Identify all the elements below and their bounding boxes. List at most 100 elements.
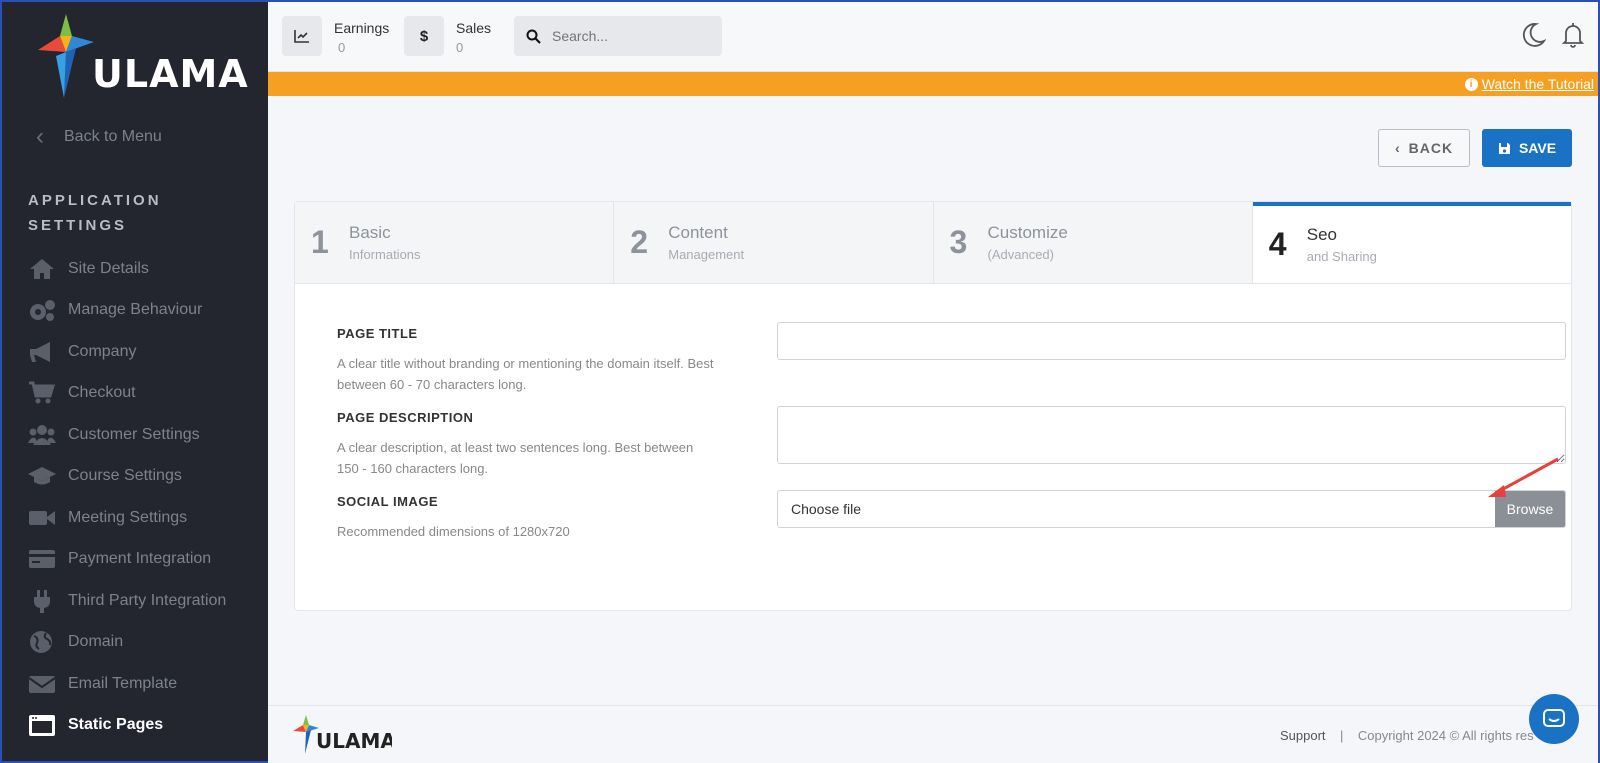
sidebar-item-label: Payment Integration <box>68 550 212 568</box>
sidebar-item-manage-behaviour[interactable]: Manage Behaviour <box>28 290 258 332</box>
step-basic[interactable]: 1 Basic Informations <box>295 202 615 283</box>
step-title: Basic <box>349 223 391 242</box>
earnings-label: Earnings <box>334 20 390 36</box>
social-image-desc: Recommended dimensions of 1280x720 <box>337 524 570 539</box>
page-title-input[interactable] <box>777 322 1566 360</box>
sidebar-item-checkout[interactable]: Checkout <box>28 373 258 415</box>
step-number: 4 <box>1268 226 1287 262</box>
sidebar: ULAMA ‹ Back to Menu APPLICATION SETTING… <box>2 2 268 761</box>
moon-icon[interactable] <box>1520 22 1547 53</box>
page-description-row: PAGE DESCRIPTION A clear description, at… <box>337 406 1566 479</box>
step-number: 2 <box>630 224 649 260</box>
sidebar-item-label: Company <box>68 342 137 360</box>
watch-tutorial-label: Watch the Tutorial <box>1481 76 1594 92</box>
footer-bird-logo-icon: ULAMA <box>293 715 396 754</box>
brand-logo[interactable]: ULAMA <box>36 12 249 102</box>
seo-card: 1 Basic Informations 2 Content Management … <box>294 201 1572 611</box>
sidebar-item-email-template[interactable]: Email Template <box>28 663 258 705</box>
window-icon <box>28 713 68 737</box>
page-title-row: PAGE TITLE A clear title without brandin… <box>337 322 1566 395</box>
back-to-menu-link[interactable]: ‹ Back to Menu <box>36 120 162 154</box>
footer-brand-name: ULAMA <box>316 729 392 753</box>
plug-icon <box>28 589 68 613</box>
sidebar-item-company[interactable]: Company <box>28 331 258 373</box>
chevron-left-icon: ‹ <box>1394 140 1401 156</box>
sidebar-item-customer-settings[interactable]: Customer Settings <box>28 414 258 456</box>
step-content[interactable]: 2 Content Management <box>614 202 934 283</box>
step-subtitle: and Sharing <box>1306 249 1377 264</box>
envelope-icon <box>28 672 68 696</box>
topbar: Earnings 0 $ Sales 0 <box>268 2 1598 72</box>
sidebar-item-payment-integration[interactable]: Payment Integration <box>28 539 258 581</box>
back-to-menu-label: Back to Menu <box>64 128 162 145</box>
chart-line-icon <box>294 30 309 43</box>
search-box[interactable] <box>514 16 722 56</box>
sidebar-item-site-details[interactable]: Site Details <box>28 248 258 290</box>
graduation-cap-icon <box>28 464 68 488</box>
sidebar-item-static-pages[interactable]: Static Pages <box>28 705 258 747</box>
sidebar-nav: Site Details Manage Behaviour Company Ch… <box>28 248 258 746</box>
sales-button[interactable]: $ <box>404 16 444 56</box>
footer-text: Support | Copyright 2024 © All rights re… <box>1280 728 1534 743</box>
choose-file-text: Choose file <box>791 501 862 517</box>
annotation-arrow-icon <box>1488 457 1559 497</box>
step-subtitle: (Advanced) <box>987 247 1054 262</box>
chat-icon <box>1543 709 1565 727</box>
sidebar-item-meeting-settings[interactable]: Meeting Settings <box>28 497 258 539</box>
support-link[interactable]: Support <box>1280 728 1326 743</box>
search-icon <box>514 29 552 44</box>
earnings-value: 0 <box>338 40 346 55</box>
chat-button[interactable] <box>1529 694 1579 744</box>
footer: ULAMA Support | Copyright 2024 © All rig… <box>268 705 1598 763</box>
section-title: APPLICATION SETTINGS <box>28 192 162 234</box>
home-icon <box>28 257 68 281</box>
sidebar-item-third-party-integration[interactable]: Third Party Integration <box>28 580 258 622</box>
step-title: Seo <box>1306 225 1337 244</box>
credit-card-icon <box>28 547 68 571</box>
sidebar-item-course-settings[interactable]: Course Settings <box>28 456 258 498</box>
page-description-textarea[interactable] <box>777 406 1566 464</box>
gears-icon <box>28 298 68 322</box>
page-description-desc: A clear description, at least two senten… <box>337 440 694 476</box>
step-subtitle: Informations <box>349 247 421 262</box>
sidebar-item-domain[interactable]: Domain <box>28 622 258 664</box>
footer-logo[interactable]: ULAMA <box>292 714 396 761</box>
sidebar-item-label: Static Pages <box>68 716 164 734</box>
sidebar-item-label: Course Settings <box>68 467 182 485</box>
footer-separator: | <box>1340 728 1344 743</box>
step-customize[interactable]: 3 Customize (Advanced) <box>933 202 1253 283</box>
floppy-disk-icon <box>1498 142 1510 154</box>
bell-icon[interactable] <box>1560 22 1586 53</box>
wizard-steps: 1 Basic Informations 2 Content Management … <box>295 202 1571 284</box>
video-icon <box>28 506 68 530</box>
users-icon <box>28 423 68 447</box>
back-button[interactable]: ‹ BACK <box>1378 129 1470 167</box>
bird-logo-icon <box>38 14 94 98</box>
info-icon: i <box>1464 77 1478 91</box>
search-input[interactable] <box>552 28 712 44</box>
save-button[interactable]: SAVE <box>1482 129 1572 167</box>
top-icons <box>1520 22 1586 53</box>
page-title-desc: A clear title without branding or mentio… <box>337 356 714 392</box>
dollar-icon: $ <box>419 27 429 45</box>
chevron-left-icon: ‹ <box>36 123 44 150</box>
sidebar-item-label: Domain <box>68 633 124 651</box>
step-number: 3 <box>949 224 968 260</box>
step-title: Content <box>668 223 728 242</box>
social-image-file-input[interactable]: Choose file Browse <box>777 490 1566 528</box>
earnings-button[interactable] <box>282 16 322 56</box>
watch-tutorial-link[interactable]: i Watch the Tutorial <box>1464 76 1594 92</box>
sidebar-item-label: Third Party Integration <box>68 591 227 609</box>
sidebar-item-label: Checkout <box>68 384 136 402</box>
step-title: Customize <box>987 223 1068 242</box>
tutorial-banner: i Watch the Tutorial <box>268 72 1598 96</box>
step-seo[interactable]: 4 Seo and Sharing <box>1252 202 1571 283</box>
cart-icon <box>28 381 68 405</box>
step-subtitle: Management <box>668 247 745 262</box>
social-image-row: SOCIAL IMAGE Recommended dimensions of 1… <box>337 490 1566 542</box>
sidebar-item-label: Meeting Settings <box>68 508 188 526</box>
brand-name: ULAMA <box>92 52 249 96</box>
megaphone-icon <box>28 340 68 364</box>
sales-label: Sales <box>456 20 492 36</box>
step-number: 1 <box>311 224 329 260</box>
